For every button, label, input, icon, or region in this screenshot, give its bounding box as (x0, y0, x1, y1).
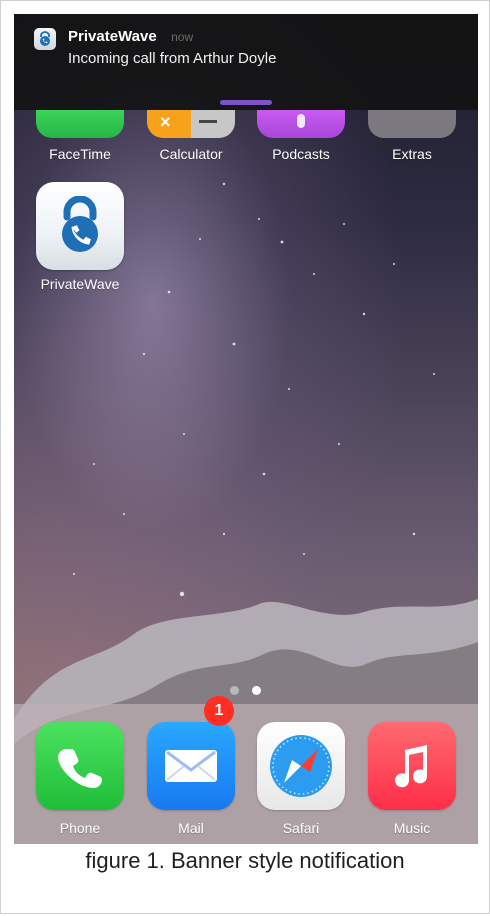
figure-caption: figure 1. Banner style notification (85, 848, 405, 873)
banner-notification[interactable]: PrivateWave now Incoming call from Arthu… (14, 14, 478, 110)
phone-label: Phone (59, 820, 101, 836)
mail-label: Mail (178, 820, 204, 836)
mail-app-icon[interactable] (147, 722, 235, 810)
safari-label: Safari (282, 820, 320, 836)
banner-time: now (171, 30, 194, 44)
podcasts-label: Podcasts (272, 146, 330, 162)
safari-app-icon[interactable] (257, 722, 345, 810)
phone-icon (58, 749, 102, 788)
calculator-minus-icon (199, 120, 217, 123)
privatewave-icon (34, 28, 56, 50)
podcast-microphone-icon (297, 114, 305, 128)
privatewave-label: PrivateWave (40, 276, 120, 292)
banner-app-name: PrivateWave (68, 28, 157, 45)
extras-folder-icon[interactable] (368, 110, 456, 138)
music-app-icon[interactable] (368, 722, 456, 810)
facetime-app-icon[interactable] (36, 110, 124, 138)
mail-envelope-icon (165, 750, 217, 782)
mail-badge: 1 (204, 696, 234, 726)
banner-message: Incoming call from Arthur Doyle (68, 50, 277, 67)
privatewave-app-icon[interactable] (36, 182, 124, 270)
facetime-label: FaceTime (49, 146, 111, 162)
extras-label: Extras (392, 146, 432, 162)
calculator-label: Calculator (159, 146, 223, 162)
calculator-app-icon[interactable]: × (147, 110, 235, 138)
calculator-plus-icon: × (160, 112, 171, 132)
music-note-icon (395, 745, 428, 788)
podcasts-app-icon[interactable] (257, 110, 345, 138)
page-indicator-dot[interactable] (230, 686, 239, 695)
banner-title-row: PrivateWave now (68, 28, 193, 46)
page-indicator-dot-active[interactable] (252, 686, 261, 695)
phone-app-icon[interactable] (36, 722, 124, 810)
banner-drag-handle[interactable] (220, 100, 272, 105)
safari-compass-icon (270, 735, 332, 797)
phone-home-screen: PrivateWave now Incoming call from Arthu… (14, 14, 478, 844)
music-label: Music (393, 820, 431, 836)
privatewave-lock-phone-icon (62, 196, 98, 252)
